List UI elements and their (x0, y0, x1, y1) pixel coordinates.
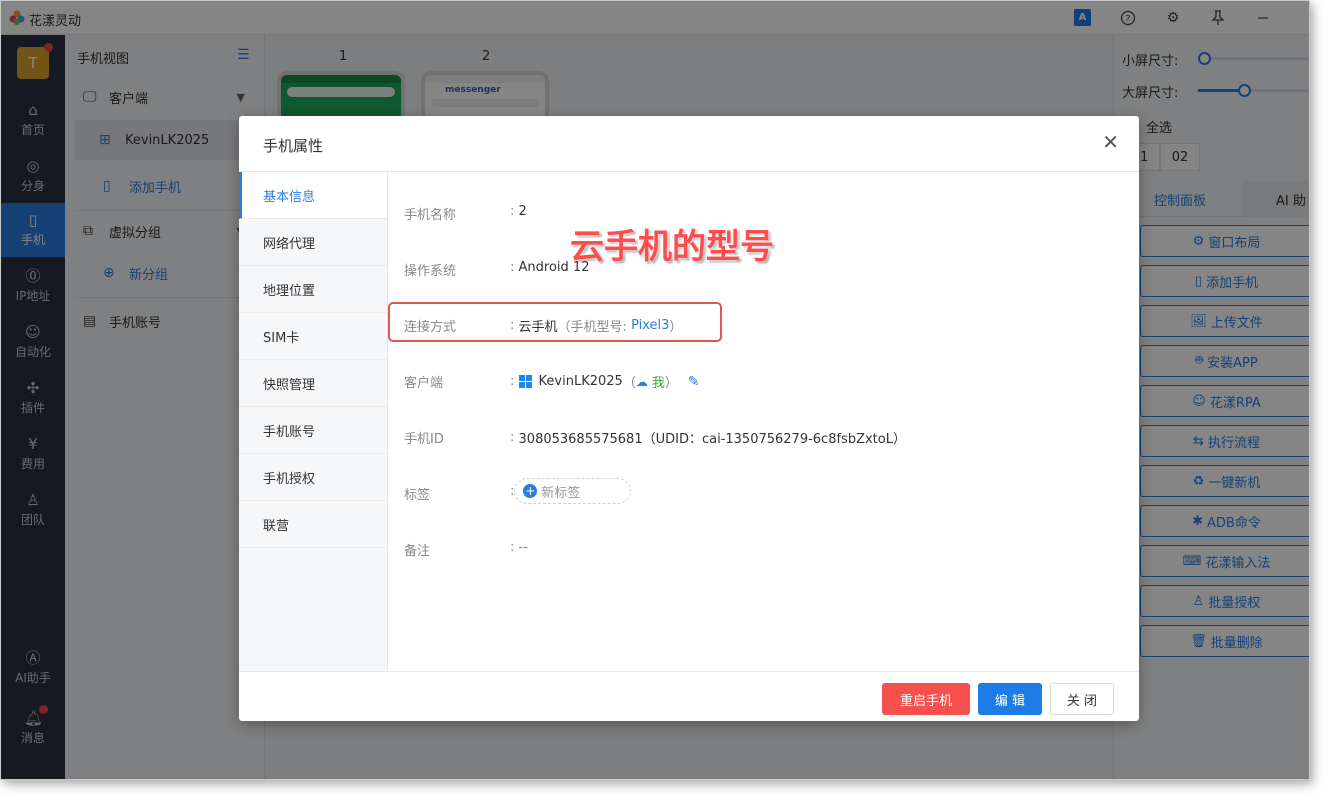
paren-open: （ (622, 376, 636, 391)
colon: : (510, 374, 515, 389)
field-label-os: 操作系统 (404, 264, 457, 279)
field-value-connection: : 云手机 （手机型号: Pixel3） (510, 316, 682, 335)
field-label-name: 手机名称 (404, 208, 457, 223)
tab-snapshots[interactable]: 快照管理 (239, 360, 387, 407)
app-window: 花漾灵动 A ? ⚙ T ⌂ 首页 ◎ 分身 ▯ 手机 ⓪ IP地址 ☺ 自动化… (0, 0, 1310, 780)
phone-name-value: 2 (518, 204, 527, 219)
owner-me: 我 (651, 376, 665, 391)
field-label-connection: 连接方式 (404, 320, 457, 335)
field-label-phone-id: 手机ID (404, 432, 444, 447)
paren-close: ） (664, 376, 678, 391)
tab-partnership[interactable]: 联营 (239, 501, 387, 548)
plus-icon: + (523, 484, 538, 498)
close-icon[interactable]: ✕ (1102, 132, 1119, 152)
field-value-tags: : + 新标签 (510, 478, 632, 504)
restart-phone-button[interactable]: 重启手机 (882, 683, 970, 715)
new-tag-button[interactable]: + 新标签 (514, 478, 632, 504)
field-value-client: : KevinLK2025 （☁ 我） ✎ (510, 372, 700, 392)
field-value-name: : 2 (510, 204, 527, 219)
new-tag-label: 新标签 (541, 485, 581, 501)
remark-value: -- (518, 540, 528, 555)
tab-location[interactable]: 地理位置 (239, 266, 387, 313)
field-value-phone-id: : 308053685575681（UDID：cai-1350756279-6c… (510, 428, 906, 447)
field-label-client: 客户端 (404, 376, 444, 391)
tab-phone-account[interactable]: 手机账号 (239, 407, 387, 454)
field-value-remark: : -- (510, 540, 528, 555)
dialog-footer: 重启手机 编 辑 关 闭 (239, 671, 1139, 721)
dialog-title: 手机属性 (263, 137, 324, 155)
colon: : (510, 204, 515, 219)
colon: : (510, 260, 515, 275)
user-cloud-icon: ☁ (635, 374, 648, 389)
edit-button[interactable]: 编 辑 (978, 683, 1042, 715)
colon: : (510, 540, 515, 555)
edit-icon[interactable]: ✎ (688, 374, 700, 390)
dialog-body: 云手机的型号 手机名称 : 2 操作系统 : Android 12 连接方式 :… (387, 171, 1139, 671)
colon: : (510, 430, 515, 445)
field-label-tags: 标签 (404, 488, 431, 503)
phone-properties-dialog: 手机属性 ✕ 基本信息 网络代理 地理位置 SIM卡 快照管理 手机账号 手机授… (239, 116, 1139, 721)
model-prefix: （手机型号: (557, 320, 627, 335)
field-label-remark: 备注 (404, 544, 431, 559)
model-suffix: ） (669, 320, 683, 335)
tab-basic-info[interactable]: 基本信息 (239, 172, 387, 219)
tab-sim-card[interactable]: SIM卡 (239, 313, 387, 360)
tab-phone-authorization[interactable]: 手机授权 (239, 454, 387, 501)
colon: : (510, 318, 515, 333)
close-button[interactable]: 关 闭 (1050, 683, 1114, 715)
phone-id-value: 308053685575681（UDID：cai-1350756279-6c8f… (518, 432, 906, 447)
windows-icon (518, 374, 533, 389)
field-value-os: : Android 12 (510, 260, 589, 275)
connection-type: 云手机 (518, 320, 558, 335)
dialog-side-tabs: 基本信息 网络代理 地理位置 SIM卡 快照管理 手机账号 手机授权 联营 (239, 171, 387, 671)
tab-network-proxy[interactable]: 网络代理 (239, 219, 387, 266)
os-value: Android 12 (518, 260, 590, 275)
annotation-text: 云手机的型号 (570, 227, 774, 267)
client-name: KevinLK2025 (538, 374, 623, 389)
phone-model-link[interactable]: Pixel3 (631, 318, 669, 333)
